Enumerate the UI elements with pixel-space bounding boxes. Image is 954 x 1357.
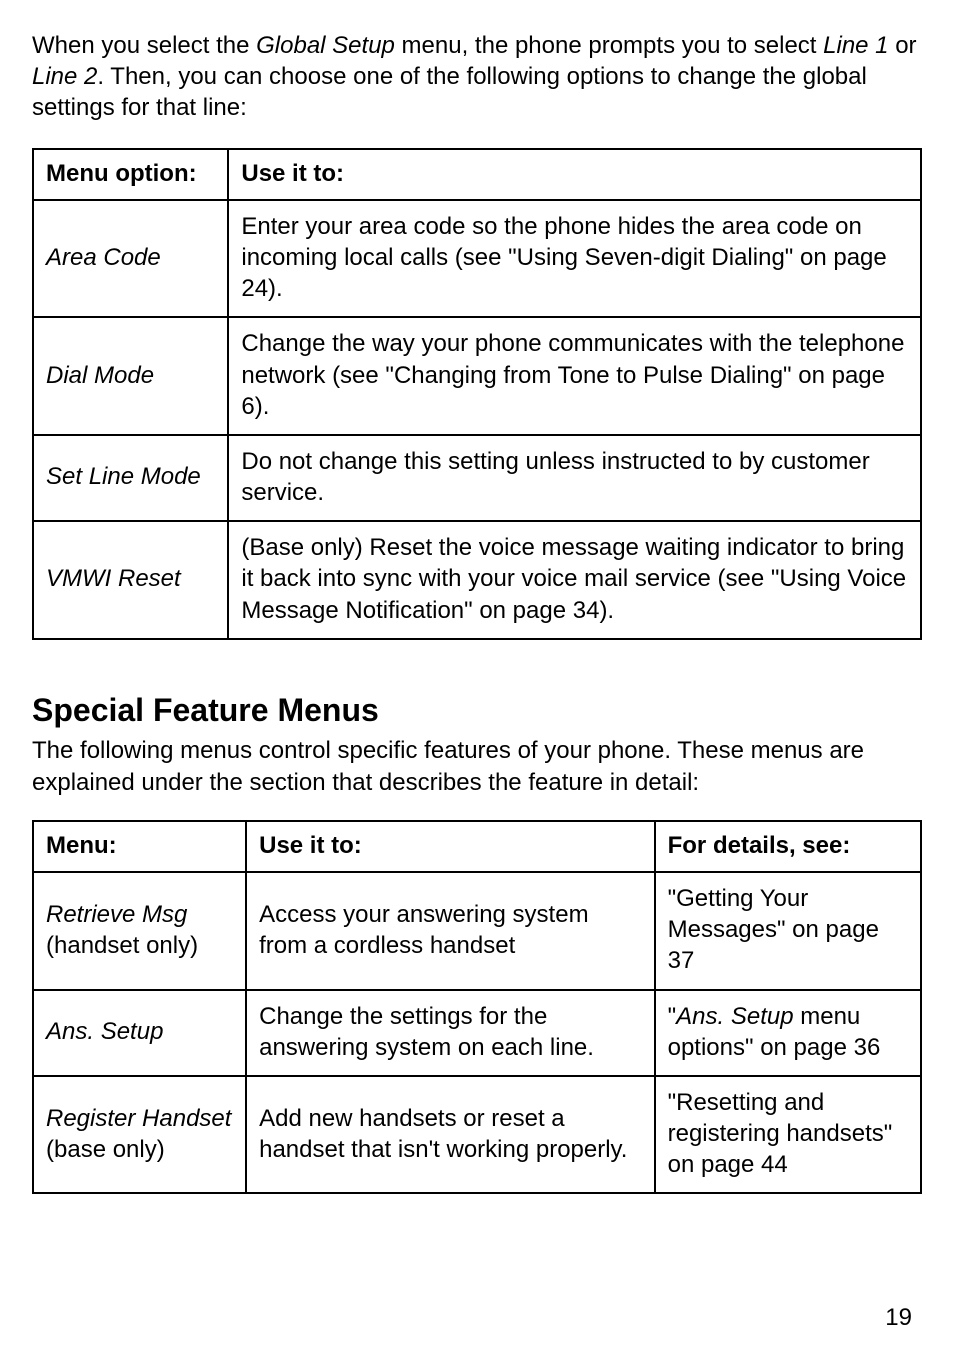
table-header-row: Menu: Use it to: For details, see:	[33, 821, 921, 872]
table-row: VMWI Reset (Base only) Reset the voice m…	[33, 521, 921, 639]
menu-option-name: Set Line Mode	[33, 435, 228, 521]
menu-name: Retrieve Msg	[46, 901, 187, 928]
table-header-row: Menu option: Use it to:	[33, 149, 921, 200]
menu-desc: Add new handsets or reset a handset that…	[246, 1076, 655, 1194]
table-header-cell: Use it to:	[246, 821, 655, 872]
global-setup-options-table: Menu option: Use it to: Area Code Enter …	[32, 148, 922, 640]
table-row: Ans. Setup Change the settings for the a…	[33, 990, 921, 1076]
special-feature-menus-table: Menu: Use it to: For details, see: Retri…	[32, 820, 922, 1195]
menu-name: Register Handset	[46, 1105, 231, 1132]
detail-text: "	[668, 1003, 677, 1030]
menu-option-name: VMWI Reset	[33, 521, 228, 639]
menu-name-cell: Retrieve Msg (handset only)	[33, 872, 246, 990]
intro-text: or	[889, 32, 917, 59]
table-row: Set Line Mode Do not change this setting…	[33, 435, 921, 521]
document-page: When you select the Global Setup menu, t…	[0, 0, 954, 1357]
menu-option-desc: Enter your area code so the phone hides …	[228, 200, 921, 318]
menu-name: Ans. Setup	[46, 1018, 163, 1045]
intro-text: When you select the	[32, 32, 256, 59]
menu-detail: "Resetting and registering handsets" on …	[655, 1076, 921, 1194]
menu-name-cell: Register Handset (base only)	[33, 1076, 246, 1194]
menu-detail: "Getting Your Messages" on page 37	[655, 872, 921, 990]
table-row: Dial Mode Change the way your phone comm…	[33, 317, 921, 435]
page-number: 19	[885, 1302, 912, 1333]
section-heading: Special Feature Menus	[32, 690, 922, 732]
intro-paragraph: When you select the Global Setup menu, t…	[32, 30, 922, 124]
menu-option-desc: Change the way your phone communicates w…	[228, 317, 921, 435]
detail-italic: Ans. Setup	[676, 1003, 793, 1030]
intro-line2: Line 2	[32, 63, 97, 90]
menu-name-note: (handset only)	[46, 932, 198, 959]
table-header-cell: Use it to:	[228, 149, 921, 200]
table-row: Register Handset (base only) Add new han…	[33, 1076, 921, 1194]
menu-option-desc: (Base only) Reset the voice message wait…	[228, 521, 921, 639]
intro-text: . Then, you can choose one of the follow…	[32, 63, 867, 121]
section-intro-paragraph: The following menus control specific fea…	[32, 735, 922, 797]
table-header-cell: Menu:	[33, 821, 246, 872]
menu-name-cell: Ans. Setup	[33, 990, 246, 1076]
table-header-cell: For details, see:	[655, 821, 921, 872]
menu-desc: Change the settings for the answering sy…	[246, 990, 655, 1076]
table-header-cell: Menu option:	[33, 149, 228, 200]
menu-option-desc: Do not change this setting unless instru…	[228, 435, 921, 521]
menu-detail: "Ans. Setup menu options" on page 36	[655, 990, 921, 1076]
menu-option-name: Area Code	[33, 200, 228, 318]
intro-line1: Line 1	[823, 32, 888, 59]
menu-option-name: Dial Mode	[33, 317, 228, 435]
table-row: Area Code Enter your area code so the ph…	[33, 200, 921, 318]
intro-text: menu, the phone prompts you to select	[395, 32, 823, 59]
menu-name-note: (base only)	[46, 1136, 165, 1163]
menu-desc: Access your answering system from a cord…	[246, 872, 655, 990]
intro-global-setup: Global Setup	[256, 32, 395, 59]
table-row: Retrieve Msg (handset only) Access your …	[33, 872, 921, 990]
